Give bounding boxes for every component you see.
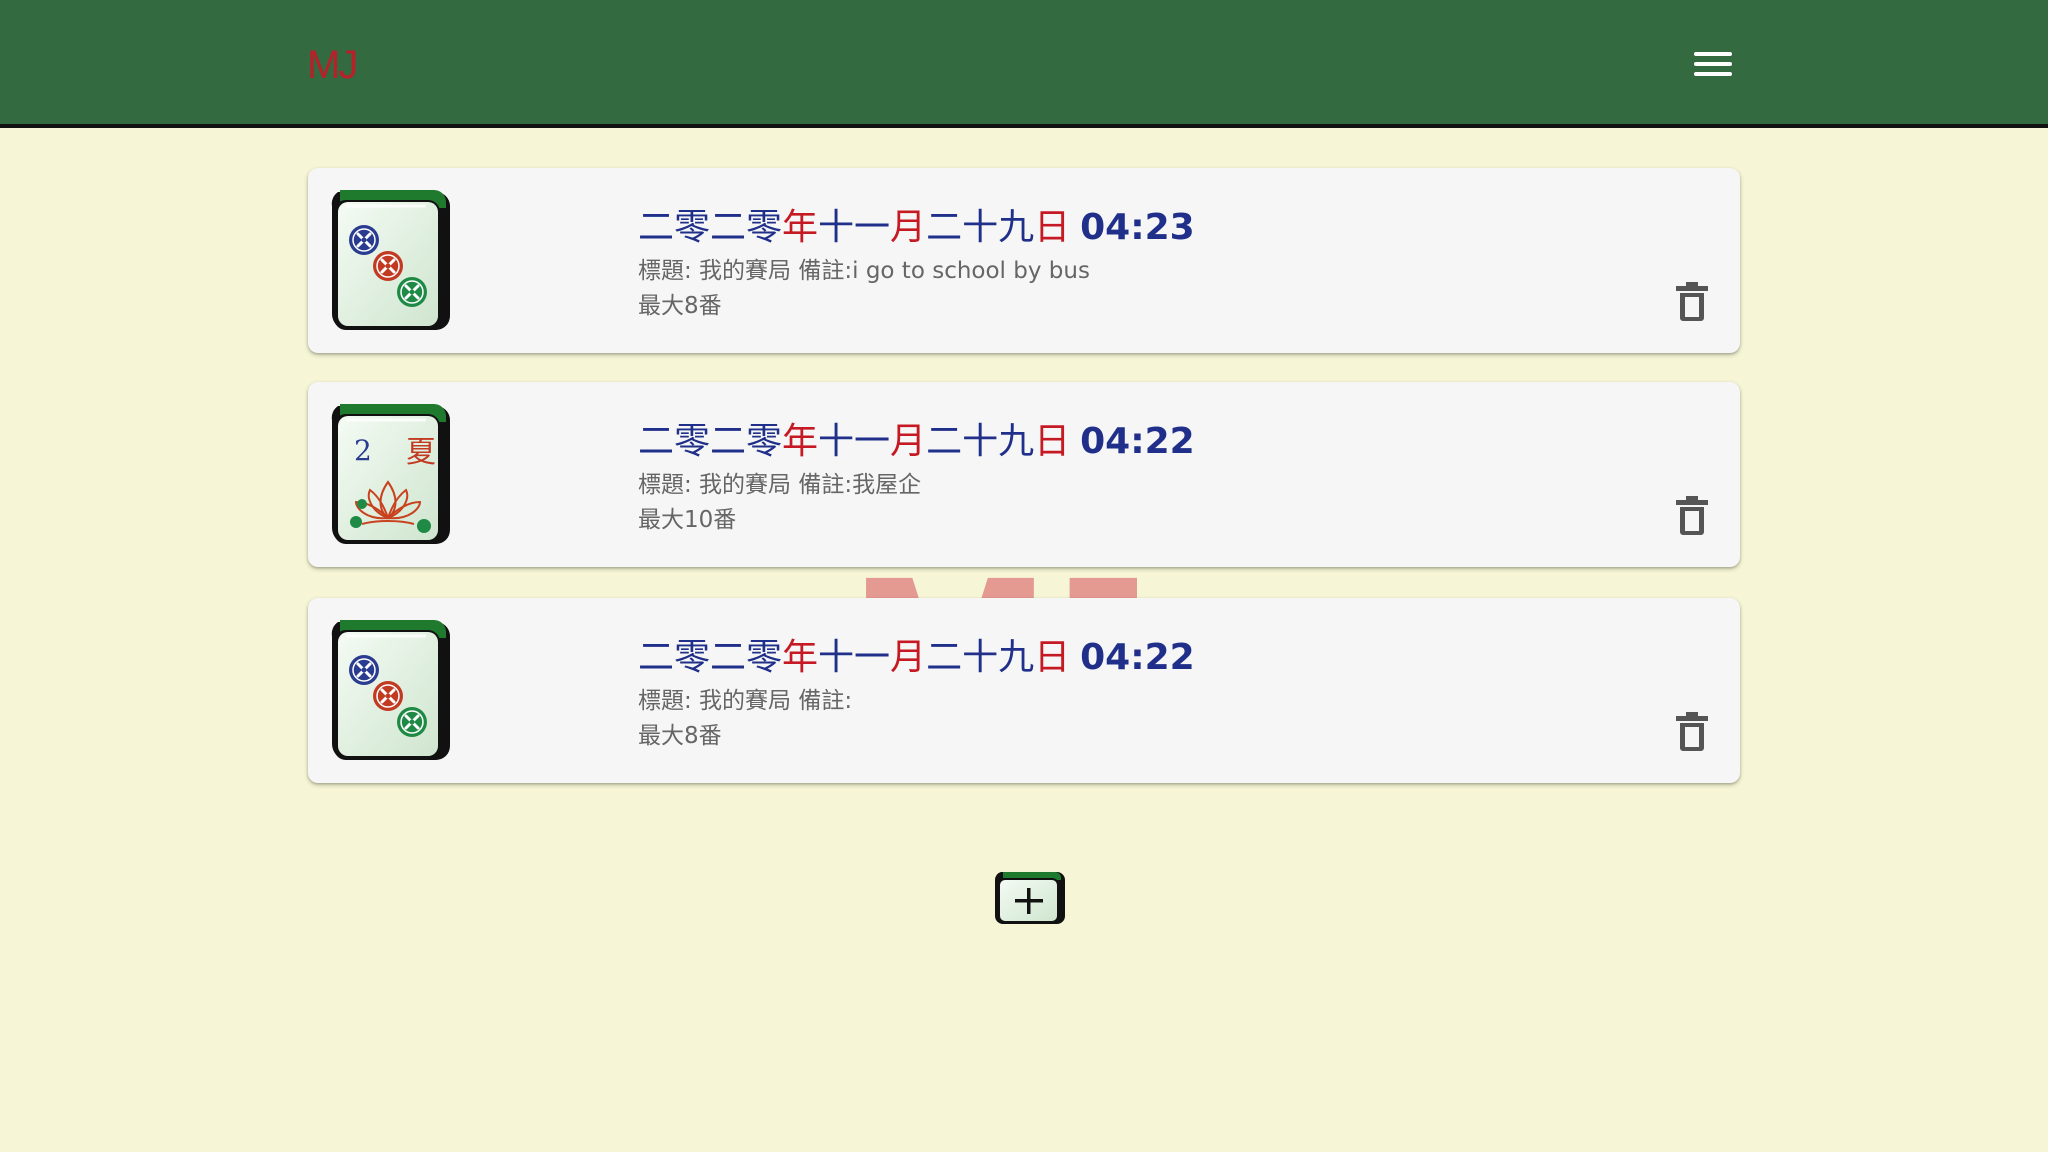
- game-date-title: 二零二零年十一月二十九日 04:22: [638, 421, 1195, 462]
- app-logo[interactable]: MJ: [307, 40, 358, 90]
- three-circles-mahjong-tile-icon: [330, 618, 450, 762]
- game-details: 標題: 我的賽局 備註:i go to school by bus: [638, 258, 1090, 284]
- tile-season: 夏: [406, 435, 436, 470]
- app-header: MJ: [0, 0, 2048, 128]
- trash-icon[interactable]: [1674, 280, 1710, 322]
- game-max-fan: 最大10番: [638, 507, 737, 533]
- add-game-button[interactable]: [993, 868, 1065, 928]
- trash-icon[interactable]: [1674, 494, 1710, 536]
- hamburger-menu-icon[interactable]: [1694, 48, 1734, 80]
- game-card[interactable]: 2 夏 二零二零年十一月二十九日 04:22 標題: 我的賽局 備註:我屋企 最大…: [308, 382, 1740, 567]
- game-max-fan: 最大8番: [638, 723, 722, 749]
- tile-number: 2: [354, 434, 372, 467]
- game-time: 04:23: [1080, 207, 1195, 248]
- game-time: 04:22: [1080, 637, 1195, 678]
- game-details: 標題: 我的賽局 備註:我屋企: [638, 472, 922, 498]
- game-date-title: 二零二零年十一月二十九日 04:22: [638, 637, 1195, 678]
- game-date-title: 二零二零年十一月二十九日 04:23: [638, 207, 1195, 248]
- summer-flower-mahjong-tile-icon: 2 夏: [330, 402, 450, 546]
- game-details: 標題: 我的賽局 備註:: [638, 688, 853, 714]
- game-max-fan: 最大8番: [638, 293, 722, 319]
- game-time: 04:22: [1080, 421, 1195, 462]
- game-card[interactable]: 二零二零年十一月二十九日 04:23 標題: 我的賽局 備註:i go to sc…: [308, 168, 1740, 353]
- game-card[interactable]: 二零二零年十一月二十九日 04:22 標題: 我的賽局 備註: 最大8番: [308, 598, 1740, 783]
- three-circles-mahjong-tile-icon: [330, 188, 450, 332]
- trash-icon[interactable]: [1674, 710, 1710, 752]
